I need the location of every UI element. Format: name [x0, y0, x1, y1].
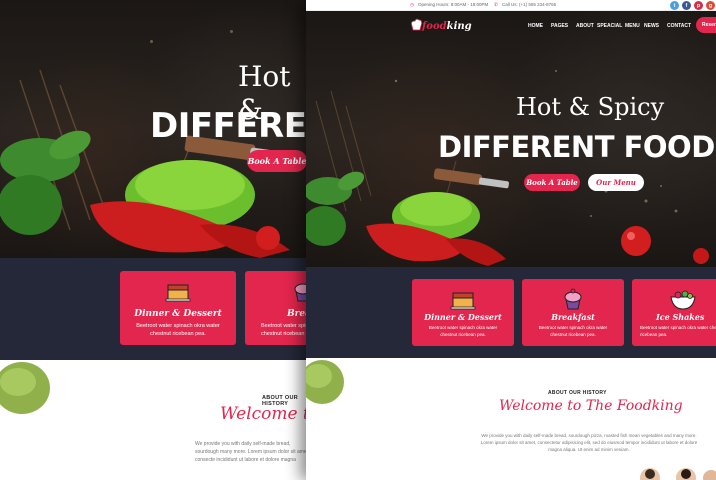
pinterest-icon[interactable]: p: [694, 1, 703, 10]
chef-photos: [640, 468, 716, 480]
card-text: Beetroot water spinach okra water chestn…: [136, 323, 220, 337]
service-card[interactable]: Breakf Beetroot water spinach okra water…: [245, 271, 310, 345]
card-title: Ice Shakes: [656, 312, 705, 322]
cupcake-icon: [564, 288, 582, 310]
clock-icon: ◷: [410, 2, 414, 7]
card-text: Beetroot water spinach okra water chestn…: [640, 325, 716, 337]
logo-main: food: [422, 21, 447, 32]
card-text: Beetroot water spinach okra water chestn…: [428, 325, 498, 337]
about-text: We provide you with daily self-made brea…: [480, 433, 698, 452]
cake-icon: [165, 284, 191, 302]
twitter-icon[interactable]: t: [670, 1, 679, 10]
about-title: Welcome to T: [220, 404, 310, 424]
card-text: Beetroot water spinach okra water chestn…: [261, 323, 310, 337]
book-table-button[interactable]: Book A Table: [247, 150, 307, 172]
nav-item-pages[interactable]: PAGES: [551, 23, 568, 29]
about-label: ABOUT OUR HISTORY: [548, 390, 607, 396]
logo-suffix: king: [446, 21, 472, 32]
zoomed-preview-layer: Hot & DIFFEREN Book A Table Dinner & Des…: [0, 0, 310, 480]
book-table-button[interactable]: Book A Table: [524, 174, 580, 191]
card-title: Breakf: [287, 309, 310, 319]
about-title: Welcome to The Foodking: [499, 398, 683, 414]
nav-item-news[interactable]: NEWS: [644, 23, 659, 29]
phone-number: Call Us: (+1) 555 234-8765: [502, 2, 557, 7]
main-navbar: foodking HOME PAGES ABOUT SPEACIAL MENU …: [306, 11, 716, 43]
card-title: Dinner & Dessert: [424, 312, 502, 322]
spice-speck: [150, 40, 153, 43]
screenshot-stage: Hot & DIFFEREN Book A Table Dinner & Des…: [0, 0, 716, 480]
google-plus-icon[interactable]: g: [706, 1, 715, 10]
about-text: We provide you with daily self-made brea…: [195, 441, 310, 463]
logo-text: foodking: [422, 21, 472, 32]
hero-headline: DIFFERENT FOOD|: [438, 130, 716, 164]
service-card-breakfast[interactable]: Breakfast Beetroot water spinach okra wa…: [522, 279, 624, 346]
opening-hours: Opening Hours: 8:00AM - 18:00PM: [418, 2, 489, 7]
site-logo[interactable]: foodking: [410, 16, 472, 38]
service-card-shakes[interactable]: Ice Shakes Beetroot water spinach okra w…: [632, 279, 716, 346]
nav-item-home[interactable]: HOME: [528, 23, 543, 29]
nav-item-about[interactable]: ABOUT: [576, 23, 594, 29]
card-text: Beetroot water spinach okra water chestn…: [538, 325, 608, 337]
spice-speck: [230, 30, 233, 33]
facebook-icon[interactable]: f: [682, 1, 691, 10]
service-card-dinner[interactable]: Dinner & Dessert Beetroot water spinach …: [412, 279, 514, 346]
our-menu-button[interactable]: Our Menu: [588, 174, 644, 191]
hero-script-title: Hot & Spicy: [516, 93, 665, 121]
top-info-bar: ◷ Opening Hours: 8:00AM - 18:00PM ✆ Call…: [306, 0, 716, 11]
lettuce-decoration: [0, 362, 50, 414]
nav-item-menu[interactable]: MENU: [625, 23, 640, 29]
nav-item-speacial[interactable]: SPEACIAL: [597, 23, 622, 29]
cake-icon: [450, 292, 476, 310]
lettuce-decoration: [306, 360, 344, 404]
card-title: Breakfast: [551, 312, 595, 322]
nav-item-contact[interactable]: CONTACT: [667, 23, 691, 29]
salad-icon: [670, 290, 696, 310]
hero-headline: DIFFEREN: [150, 106, 310, 146]
card-title: Dinner & Dessert: [134, 309, 222, 319]
service-card[interactable]: Dinner & Dessert Beetroot water spinach …: [120, 271, 236, 345]
full-page-preview: ◷ Opening Hours: 8:00AM - 18:00PM ✆ Call…: [306, 0, 716, 480]
phone-icon: ✆: [494, 2, 498, 7]
reservation-button[interactable]: Reserva: [696, 17, 716, 33]
